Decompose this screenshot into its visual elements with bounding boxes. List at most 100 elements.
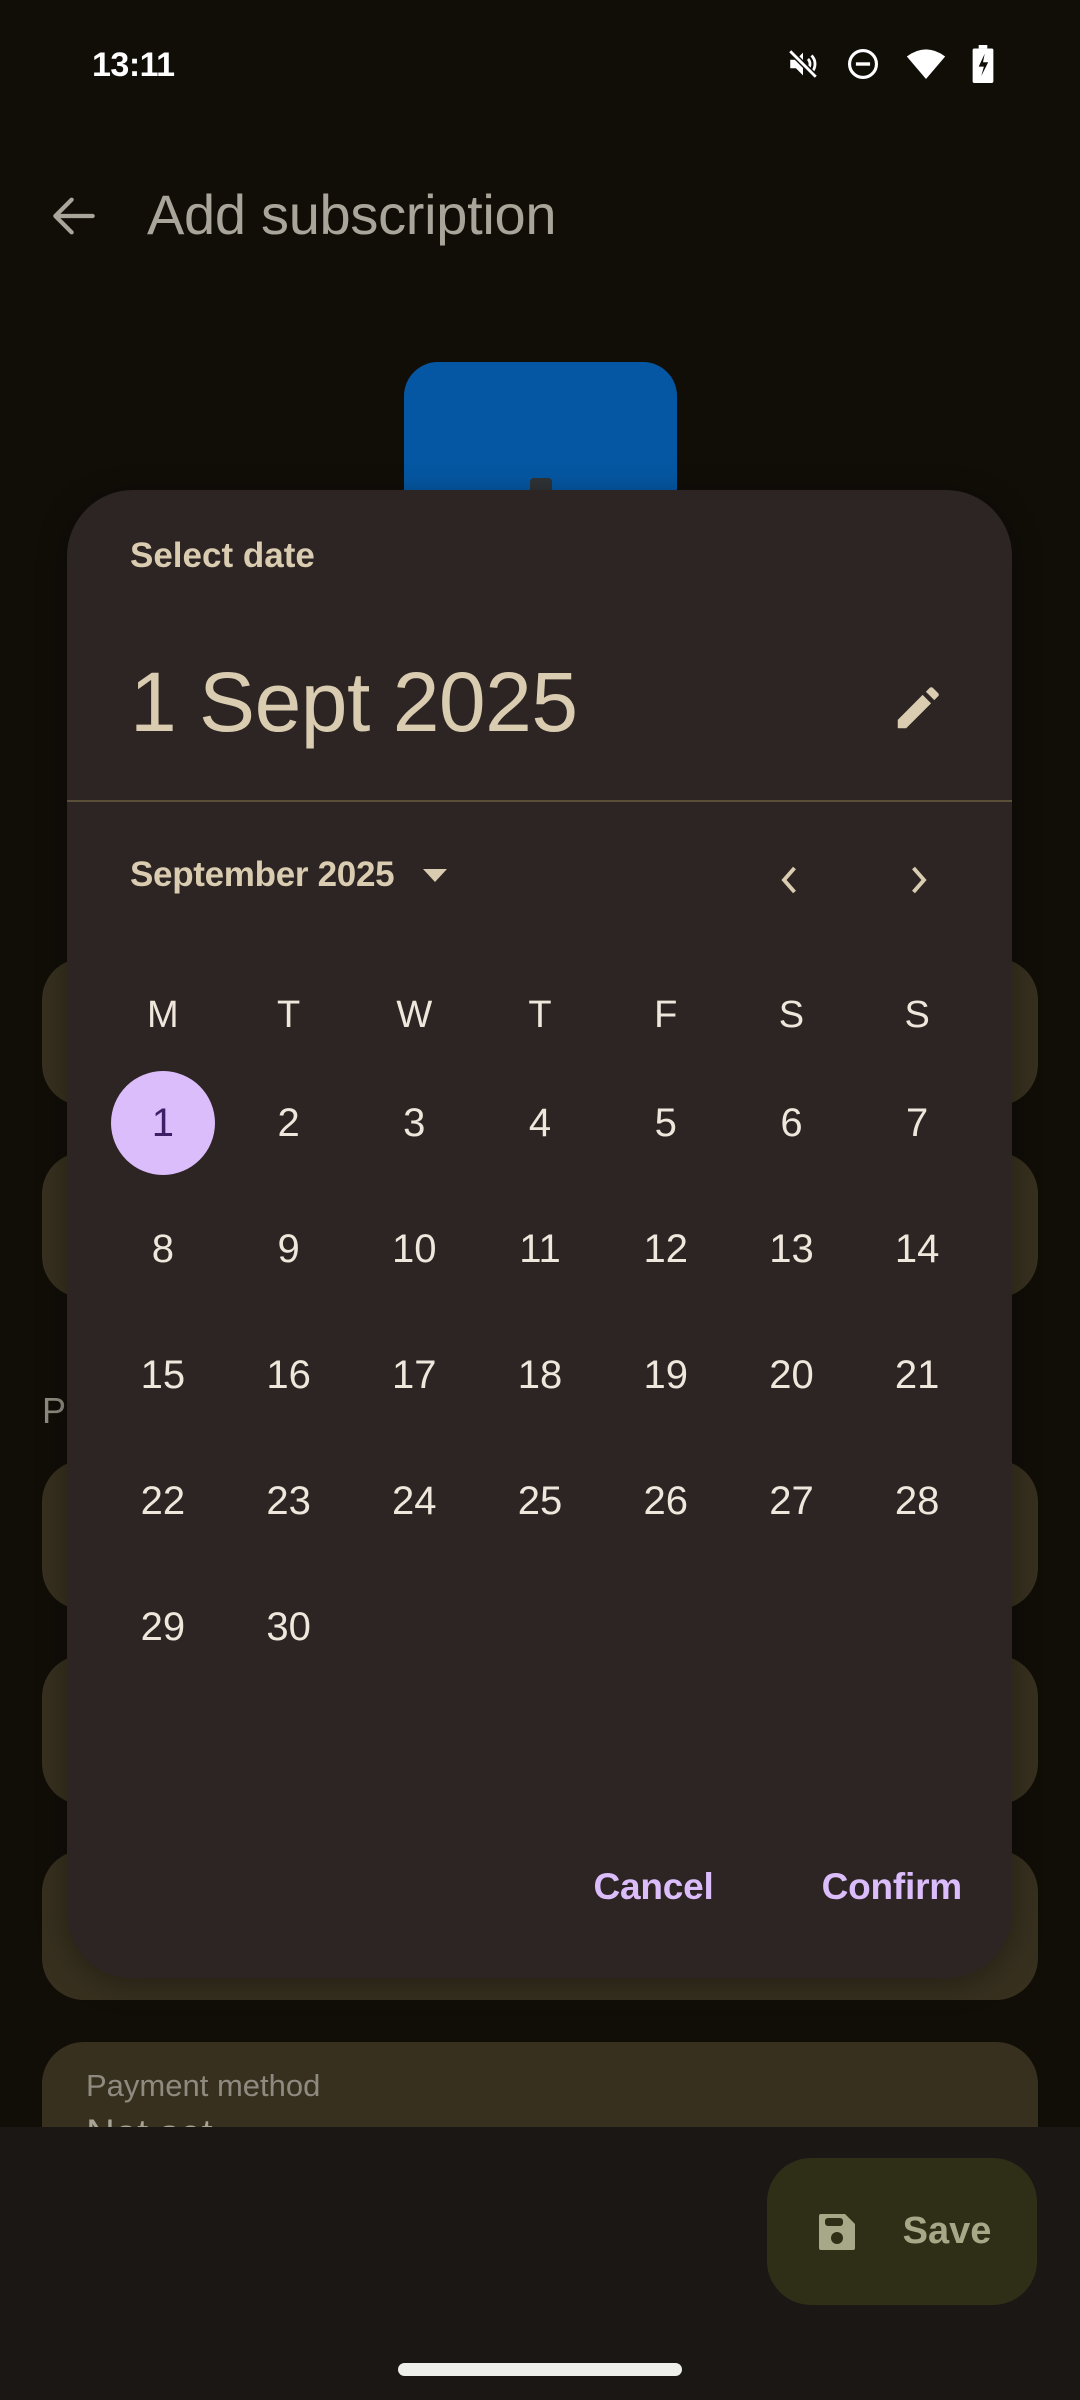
calendar-day[interactable]: 14 [854, 1186, 980, 1312]
calendar-day[interactable]: 13 [729, 1186, 855, 1312]
status-icons [786, 44, 994, 88]
day-number: 7 [906, 1100, 929, 1145]
day-number: 4 [528, 1100, 552, 1145]
battery-charging-icon [972, 44, 994, 88]
day-number: 5 [654, 1100, 677, 1145]
day-number: 6 [780, 1100, 803, 1145]
day-number: 12 [643, 1226, 688, 1271]
calendar-day[interactable]: 25 [477, 1438, 603, 1564]
calendar-day[interactable]: 23 [226, 1438, 352, 1564]
wifi-icon [906, 47, 946, 86]
calendar-day[interactable]: 6 [729, 1060, 855, 1186]
day-number: 28 [894, 1478, 940, 1523]
next-month-button[interactable] [888, 850, 948, 910]
calendar-day[interactable]: 5 [603, 1060, 729, 1186]
weekday-header-row: M T W T F S S [100, 970, 980, 1060]
day-number: 11 [519, 1226, 561, 1271]
calendar-day[interactable]: 18 [477, 1312, 603, 1438]
empty-day-cell [854, 1564, 980, 1690]
day-number: 19 [643, 1352, 688, 1397]
day-number: 13 [769, 1226, 814, 1271]
calendar-day[interactable]: 28 [854, 1438, 980, 1564]
day-number: 1 [110, 1071, 215, 1175]
payment-method-label: Payment method [86, 2068, 321, 2103]
arrow-drop-down-icon [423, 869, 448, 882]
chevron-left-icon [781, 866, 796, 894]
calendar-weeks: 1 2 3 4 5 6 7 8 9 10 11 12 13 14 15 16 17 18 19 20 21 22 23 24 2… [100, 1060, 980, 1690]
confirm-button[interactable]: Confirm [822, 1866, 963, 1908]
calendar-day[interactable]: 7 [854, 1060, 980, 1186]
weekday-label: T [528, 993, 552, 1036]
calendar-day[interactable]: 8 [100, 1186, 226, 1312]
day-number: 18 [517, 1352, 563, 1397]
day-number: 24 [392, 1478, 437, 1523]
calendar-day[interactable]: 29 [100, 1564, 226, 1690]
calendar-day[interactable]: 26 [603, 1438, 729, 1564]
day-number: 27 [769, 1478, 814, 1523]
calendar-week-row: 1 2 3 4 5 6 7 [100, 1060, 980, 1186]
calendar-day[interactable]: 4 [477, 1060, 603, 1186]
calendar-day-selected[interactable]: 1 [100, 1060, 226, 1186]
calendar-day[interactable]: 20 [729, 1312, 855, 1438]
dialog-actions: Cancel Confirm [593, 1866, 962, 1908]
back-button[interactable] [46, 188, 102, 244]
day-number: 3 [403, 1100, 426, 1145]
day-number: 30 [266, 1604, 311, 1649]
dialog-divider [67, 800, 1012, 802]
day-number: 25 [517, 1478, 563, 1523]
empty-day-cell [729, 1564, 855, 1690]
calendar-day[interactable]: 30 [226, 1564, 352, 1690]
mute-icon [786, 47, 820, 86]
day-number: 21 [894, 1352, 940, 1397]
do-not-disturb-icon [846, 47, 880, 86]
edit-pencil-icon [897, 687, 939, 729]
cancel-button[interactable]: Cancel [593, 1866, 713, 1908]
save-label: Save [902, 2210, 992, 2252]
calendar-day[interactable]: 15 [100, 1312, 226, 1438]
weekday-label: F [654, 993, 678, 1036]
calendar-grid: M T W T F S S 1 2 3 4 5 6 7 8 9 10 11 12 13 14 15 16 17 1… [100, 970, 980, 1690]
empty-day-cell [603, 1564, 729, 1690]
calendar-day[interactable]: 16 [226, 1312, 352, 1438]
day-number: 20 [769, 1352, 814, 1397]
save-icon [818, 2213, 855, 2250]
calendar-day[interactable]: 2 [226, 1060, 352, 1186]
previous-month-button[interactable] [760, 850, 820, 910]
day-number: 26 [643, 1478, 688, 1523]
day-number: 9 [277, 1226, 300, 1271]
day-number: 15 [140, 1352, 186, 1397]
calendar-week-row: 22 23 24 25 26 27 28 [100, 1438, 980, 1564]
calendar-day[interactable]: 17 [351, 1312, 477, 1438]
weekday-label: M [147, 993, 179, 1036]
calendar-week-row: 29 30 [100, 1564, 980, 1690]
save-button[interactable]: Save [767, 2158, 1037, 2305]
calendar-day[interactable]: 10 [351, 1186, 477, 1312]
day-number: 17 [392, 1352, 437, 1397]
arrow-back-icon [53, 197, 95, 235]
dialog-headline: Select date [130, 536, 315, 575]
calendar-week-row: 8 9 10 11 12 13 14 [100, 1186, 980, 1312]
weekday-label: T [276, 993, 301, 1036]
empty-day-cell [477, 1564, 603, 1690]
day-number: 16 [266, 1352, 311, 1397]
edit-date-button[interactable] [880, 670, 956, 746]
month-year-label: September 2025 [130, 855, 395, 894]
day-number: 2 [277, 1100, 300, 1145]
calendar-day[interactable]: 19 [603, 1312, 729, 1438]
gesture-nav-handle[interactable] [398, 2363, 682, 2376]
day-number: 10 [392, 1226, 437, 1271]
calendar-day[interactable]: 12 [603, 1186, 729, 1312]
section-label: P [42, 1390, 67, 1431]
calendar-day[interactable]: 9 [226, 1186, 352, 1312]
day-number: 29 [140, 1604, 186, 1649]
calendar-day[interactable]: 3 [351, 1060, 477, 1186]
calendar-day[interactable]: 24 [351, 1438, 477, 1564]
calendar-day[interactable]: 22 [100, 1438, 226, 1564]
day-number: 8 [151, 1226, 174, 1271]
month-year-selector[interactable]: September 2025 [130, 855, 450, 895]
calendar-day[interactable]: 11 [477, 1186, 603, 1312]
calendar-day[interactable]: 27 [729, 1438, 855, 1564]
calendar-day[interactable]: 21 [854, 1312, 980, 1438]
weekday-label: W [396, 993, 433, 1036]
status-time: 13:11 [92, 46, 175, 84]
